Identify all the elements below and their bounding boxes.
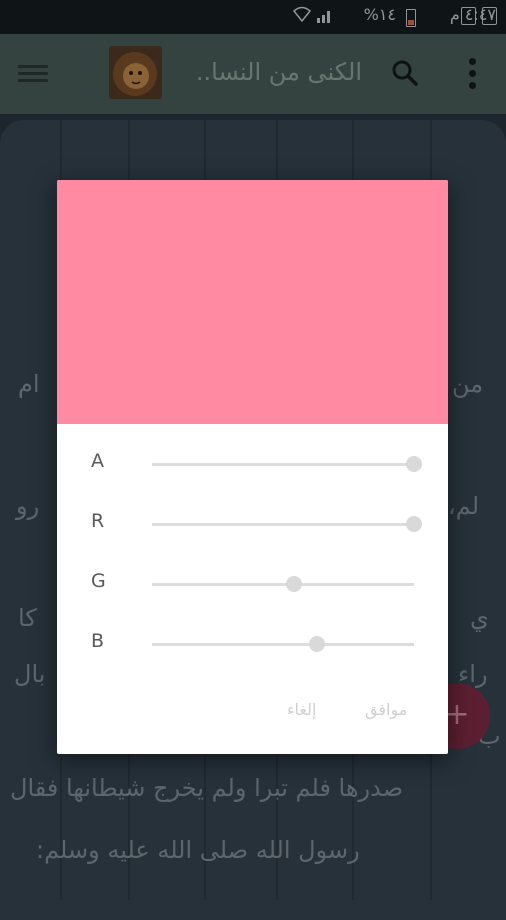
content-text-fragment: ام — [18, 370, 40, 398]
ok-button[interactable]: موافق — [359, 696, 413, 723]
content-text-line: رسول الله صلى الله عليه وسلم: — [36, 836, 360, 864]
content-text-fragment: ي — [470, 604, 489, 632]
blue-slider-track[interactable] — [152, 643, 414, 646]
alpha-slider-row: A — [57, 442, 448, 482]
app-logo-lion-image — [109, 46, 162, 99]
content-text-fragment: رو — [16, 492, 40, 520]
wifi-icon — [292, 6, 312, 26]
content-text-line: صدرها فلم تبرا ولم يخرج شيطانها فقال — [10, 774, 404, 802]
content-text-fragment: من — [452, 370, 484, 398]
slider-label: G — [91, 570, 106, 592]
content-text-fragment: لم، — [448, 492, 480, 520]
cancel-button[interactable]: إلغاء — [281, 696, 322, 723]
green-slider-thumb[interactable] — [285, 576, 302, 592]
red-slider-row: R — [57, 502, 448, 542]
search-icon[interactable] — [390, 58, 420, 88]
signal-icon — [316, 8, 334, 28]
slider-label: B — [91, 630, 105, 652]
blue-slider-thumb[interactable] — [309, 636, 326, 652]
more-vertical-icon[interactable] — [466, 54, 478, 94]
color-picker-dialog: A R G B إلغاء موافق — [57, 180, 448, 754]
content-text-fragment: بال — [14, 660, 46, 688]
app-toolbar: الكنى من النسا.. — [0, 34, 506, 114]
content-text-fragment: كا — [18, 604, 37, 632]
slider-label: R — [91, 510, 105, 532]
slider-label: A — [91, 450, 104, 472]
red-slider-track[interactable] — [152, 523, 414, 526]
alpha-slider-thumb[interactable] — [406, 456, 422, 472]
hamburger-menu-icon[interactable] — [18, 61, 48, 87]
blue-slider-row: B — [57, 622, 448, 662]
color-preview — [57, 180, 448, 424]
clock: ٤:٤٧ م — [449, 5, 496, 24]
green-slider-track[interactable] — [152, 583, 414, 586]
battery-icon — [406, 9, 416, 27]
battery-percent: %١٤ — [363, 5, 396, 24]
alpha-slider-track[interactable] — [152, 463, 414, 466]
page-title: الكنى من النسا.. — [195, 58, 362, 86]
green-slider-row: G — [57, 562, 448, 602]
red-slider-thumb[interactable] — [406, 516, 422, 532]
status-bar: %١٤ ٤:٤٧ م — [0, 0, 506, 34]
